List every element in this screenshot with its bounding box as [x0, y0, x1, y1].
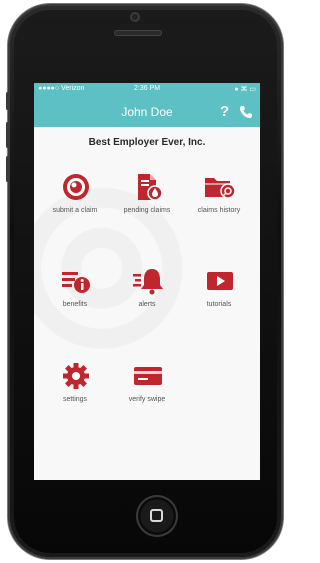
mute-switch — [6, 92, 9, 110]
phone-icon[interactable] — [239, 105, 253, 119]
target-icon — [63, 174, 89, 200]
volume-up-button — [6, 122, 9, 148]
tile-label: claims history — [197, 207, 241, 214]
carrier-label: ●●●●○ Verizon — [38, 85, 85, 92]
tile-pending-claims[interactable]: pending claims — [112, 173, 182, 233]
tile-settings[interactable]: settings — [40, 362, 110, 422]
status-bar: ●●●●○ Verizon 2:36 PM ● ⌘ ▭ — [34, 83, 260, 97]
help-icon[interactable]: ? — [220, 103, 229, 120]
tile-verify-swipe[interactable]: verify swipe — [112, 362, 182, 422]
list-info-icon — [62, 272, 90, 293]
tile-label: alerts — [138, 301, 156, 308]
document-drop-icon — [138, 174, 163, 201]
folder-search-icon — [205, 178, 236, 199]
tile-submit-claim[interactable]: submit a claim — [40, 173, 110, 233]
app-header: John Doe ? — [34, 97, 260, 127]
tile-label: submit a claim — [52, 207, 98, 214]
tile-label: benefits — [62, 301, 88, 308]
tile-tutorials[interactable]: tutorials — [184, 267, 254, 327]
tile-claims-history[interactable]: claims history — [184, 173, 254, 233]
video-play-icon — [207, 272, 233, 290]
tile-label: pending claims — [123, 207, 171, 214]
app-screen: ●●●●○ Verizon 2:36 PM ● ⌘ ▭ John Doe ? B… — [34, 83, 260, 480]
tile-label: verify swipe — [128, 396, 166, 403]
card-icon — [134, 367, 162, 385]
tile-label: settings — [62, 396, 88, 403]
speaker-grille — [114, 30, 162, 36]
gear-icon — [63, 363, 89, 389]
dashboard: Best Employer Ever, Inc. submit a claim … — [34, 127, 260, 480]
home-square-icon — [150, 509, 163, 522]
tile-label: tutorials — [206, 301, 232, 308]
camera-icon — [130, 12, 140, 22]
tile-benefits[interactable]: benefits — [40, 267, 110, 327]
bell-icon — [133, 269, 163, 295]
status-icons: ● ⌘ ▭ — [234, 86, 256, 93]
employer-name: Best Employer Ever, Inc. — [88, 137, 206, 148]
volume-down-button — [6, 156, 9, 182]
status-time: 2:36 PM — [134, 85, 161, 92]
tile-alerts[interactable]: alerts — [112, 267, 182, 327]
